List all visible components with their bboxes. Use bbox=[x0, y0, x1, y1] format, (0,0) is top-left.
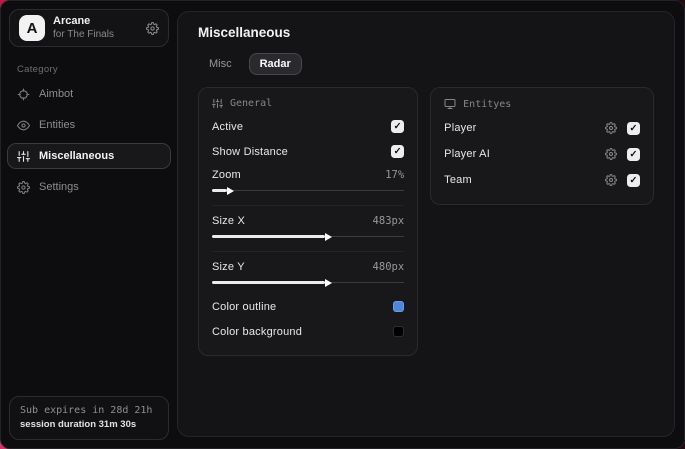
sidebar-item-label: Entities bbox=[39, 119, 76, 131]
slider-label: Size Y bbox=[212, 260, 245, 273]
toggle-label: Active bbox=[212, 120, 244, 133]
sidebar-item-entities[interactable]: Entities bbox=[7, 112, 171, 138]
entity-label: Player AI bbox=[444, 148, 490, 160]
player-checkbox[interactable] bbox=[627, 121, 640, 135]
sidebar-item-label: Aimbot bbox=[39, 88, 74, 100]
zoom-slider-group: Zoom 17% bbox=[212, 164, 405, 202]
sidebar-item-settings[interactable]: Settings bbox=[7, 174, 171, 200]
slider-value: 480px bbox=[372, 260, 405, 273]
app-window: A Arcane for The Finals Category Aimbot bbox=[0, 0, 685, 449]
team-checkbox[interactable] bbox=[627, 173, 640, 187]
color-outline-swatch[interactable] bbox=[393, 301, 405, 312]
entities-panel: Entityes Player Player AI bbox=[430, 87, 654, 205]
session-duration: session duration 31m 30s bbox=[20, 419, 137, 431]
divider bbox=[212, 251, 405, 252]
sidebar-nav: Aimbot Entities Miscellaneous Settings bbox=[1, 81, 177, 200]
toggle-row-show-distance: Show Distance bbox=[212, 139, 405, 164]
gear-icon[interactable] bbox=[605, 174, 617, 186]
gear-icon[interactable] bbox=[605, 148, 617, 160]
color-label: Color background bbox=[212, 325, 303, 338]
slider-thumb[interactable] bbox=[212, 189, 228, 192]
page-title: Miscellaneous bbox=[198, 25, 291, 40]
slider-label: Zoom bbox=[212, 168, 241, 181]
gear-icon[interactable] bbox=[605, 122, 617, 134]
tab-bar: Misc Radar bbox=[198, 53, 654, 75]
color-outline-row: Color outline bbox=[212, 294, 405, 319]
brand-card: A Arcane for The Finals bbox=[9, 9, 169, 47]
cards-row: General Active Show Distance Zoom 17% bbox=[198, 87, 654, 356]
gear-icon bbox=[17, 180, 30, 194]
entities-eye-icon bbox=[17, 119, 30, 132]
entity-label: Player bbox=[444, 122, 477, 134]
sidebar-item-miscellaneous[interactable]: Miscellaneous bbox=[7, 143, 171, 169]
player-ai-checkbox[interactable] bbox=[627, 147, 640, 161]
slider-thumb[interactable] bbox=[212, 235, 326, 238]
entity-row-player-ai: Player AI bbox=[444, 141, 640, 167]
monitor-icon bbox=[444, 98, 456, 110]
sidebar-item-label: Settings bbox=[39, 181, 79, 193]
color-background-row: Color background bbox=[212, 319, 405, 344]
category-label: Category bbox=[17, 64, 58, 75]
slider-value: 17% bbox=[385, 168, 405, 181]
gear-icon[interactable] bbox=[146, 21, 159, 35]
slider-thumb[interactable] bbox=[212, 281, 326, 284]
entities-panel-title: Entityes bbox=[463, 98, 512, 110]
general-panel-header: General bbox=[212, 98, 404, 109]
main-panel: Miscellaneous Misc Radar General Active bbox=[177, 11, 675, 437]
sidebar: A Arcane for The Finals Category Aimbot bbox=[1, 1, 177, 448]
brand-logo: A bbox=[19, 15, 45, 41]
general-panel-title: General bbox=[230, 98, 273, 109]
entity-row-team: Team bbox=[444, 167, 640, 193]
toggle-label: Show Distance bbox=[212, 145, 288, 158]
tab-radar[interactable]: Radar bbox=[248, 53, 302, 75]
brand-subtitle: for The Finals bbox=[53, 28, 114, 40]
entity-row-player: Player bbox=[444, 115, 640, 141]
entity-label: Team bbox=[444, 174, 472, 186]
sidebar-item-aimbot[interactable]: Aimbot bbox=[7, 81, 171, 107]
brand-title: Arcane bbox=[53, 14, 91, 27]
color-label: Color outline bbox=[212, 300, 277, 313]
size-y-slider[interactable] bbox=[212, 278, 405, 287]
general-panel: General Active Show Distance Zoom 17% bbox=[198, 87, 419, 356]
entities-panel-header: Entityes bbox=[444, 98, 640, 110]
color-background-swatch[interactable] bbox=[393, 326, 405, 337]
size-y-slider-group: Size Y 480px bbox=[212, 256, 405, 294]
subscription-expiry: Sub expires in 28d 21h bbox=[20, 404, 153, 416]
subscription-card: Sub expires in 28d 21h session duration … bbox=[9, 395, 169, 440]
slider-label: Size X bbox=[212, 214, 245, 227]
tab-misc[interactable]: Misc bbox=[198, 53, 243, 75]
active-checkbox[interactable] bbox=[391, 120, 405, 133]
size-x-slider-group: Size X 483px bbox=[212, 210, 405, 248]
zoom-slider[interactable] bbox=[212, 186, 405, 195]
toggle-row-active: Active bbox=[212, 114, 405, 139]
show-distance-checkbox[interactable] bbox=[391, 145, 405, 158]
divider bbox=[212, 205, 405, 206]
brand-text: Arcane for The Finals bbox=[53, 15, 138, 41]
sliders-icon bbox=[17, 150, 30, 163]
size-x-slider[interactable] bbox=[212, 232, 405, 241]
sidebar-item-label: Miscellaneous bbox=[39, 150, 115, 162]
slider-value: 483px bbox=[372, 214, 405, 227]
crosshair-icon bbox=[17, 88, 30, 101]
sliders-icon bbox=[212, 98, 223, 109]
